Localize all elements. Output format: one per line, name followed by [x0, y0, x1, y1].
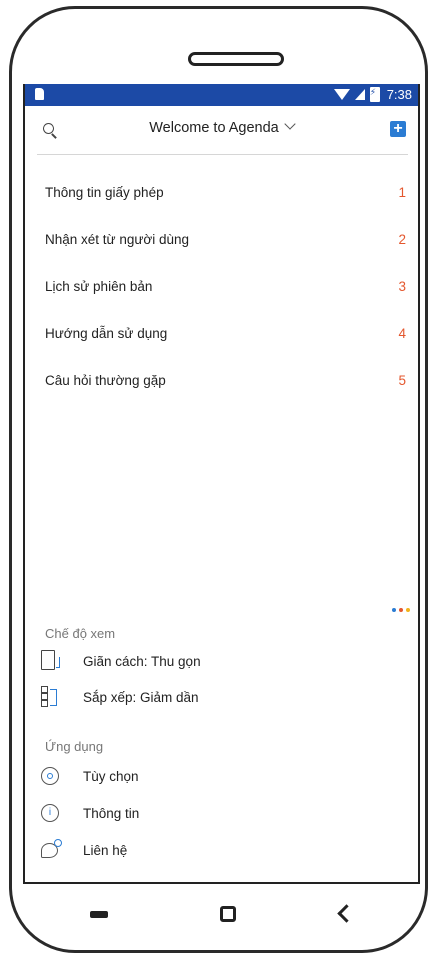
document-icon [41, 650, 60, 670]
list-item[interactable]: Câu hỏi thường gặp 5 [25, 360, 418, 407]
back-button[interactable] [337, 904, 356, 923]
status-time: 7:38 [386, 87, 412, 102]
sort-icon [41, 686, 61, 708]
info-label: Thông tin [83, 806, 140, 821]
list-item-label: Câu hỏi thường gặp [45, 373, 166, 388]
spacing-label: Giãn cách: Thu gọn [83, 654, 201, 669]
list-item-label: Nhận xét từ người dùng [45, 232, 190, 247]
options-item[interactable]: Tùy chọn [41, 767, 341, 793]
list-item-number: 2 [398, 232, 406, 247]
recents-button[interactable] [90, 911, 108, 918]
list-item[interactable]: Lịch sử phiên bản 3 [25, 266, 418, 313]
list-item-label: Lịch sử phiên bản [45, 279, 153, 294]
spacing-option[interactable]: Giãn cách: Thu gọn [41, 650, 341, 676]
list-item-number: 3 [398, 279, 406, 294]
list-item-number: 5 [398, 373, 406, 388]
status-bar: 7:38 [25, 84, 418, 106]
page-title: Welcome to Agenda [149, 120, 279, 136]
list-item-label: Hướng dẫn sử dụng [45, 326, 168, 341]
list-item[interactable]: Hướng dẫn sử dụng 4 [25, 313, 418, 360]
sd-card-icon [35, 88, 44, 100]
options-label: Tùy chọn [83, 769, 139, 784]
speaker-grille [188, 52, 284, 66]
contact-item[interactable]: Liên hệ [41, 839, 341, 867]
list-item[interactable]: Nhận xét từ người dùng 2 [25, 219, 418, 266]
battery-icon [369, 87, 380, 102]
settings-icon [41, 767, 59, 785]
contact-label: Liên hệ [83, 843, 128, 858]
add-button[interactable]: + [390, 121, 406, 137]
info-item[interactable]: i Thông tin [41, 804, 341, 830]
sort-option[interactable]: Sắp xếp: Giảm dần [41, 686, 341, 712]
agenda-list: Thông tin giấy phép 1 Nhận xét từ người … [25, 172, 418, 407]
wifi-icon [333, 89, 350, 100]
list-item-number: 4 [398, 326, 406, 341]
chat-icon [41, 839, 62, 858]
list-item[interactable]: Thông tin giấy phép 1 [25, 172, 418, 219]
agenda-selector[interactable]: Welcome to Agenda [25, 118, 418, 136]
list-item-label: Thông tin giấy phép [45, 185, 164, 200]
chevron-down-icon [284, 118, 296, 130]
system-nav-bar [0, 890, 435, 950]
home-button[interactable] [220, 906, 236, 922]
app-header: Welcome to Agenda + [25, 106, 418, 154]
list-item-number: 1 [398, 185, 406, 200]
view-section-label: Chế độ xem [45, 626, 116, 641]
app-section-label: Ứng dụng [45, 739, 104, 754]
more-dots-icon[interactable] [392, 608, 410, 612]
sort-label: Sắp xếp: Giảm dần [83, 690, 199, 705]
info-icon: i [41, 804, 59, 822]
header-divider [37, 154, 408, 155]
signal-icon [354, 89, 365, 100]
app-screen: 7:38 Welcome to Agenda + Thông tin giấy … [23, 84, 420, 884]
